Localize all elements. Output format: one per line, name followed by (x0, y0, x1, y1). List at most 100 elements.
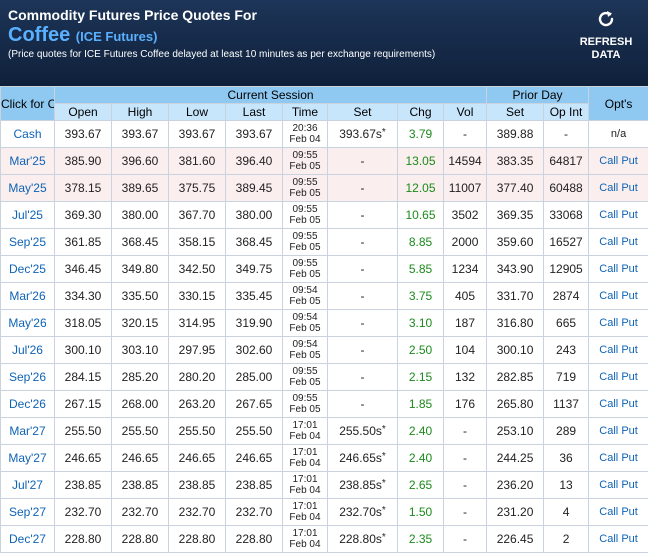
last-value: 255.50 (226, 418, 283, 445)
refresh-icon (595, 8, 617, 30)
call-link[interactable]: Call (599, 209, 618, 221)
contract-link[interactable]: May'27 (1, 445, 55, 472)
col-high: High (112, 104, 169, 121)
time-date: Feb 05 (283, 377, 327, 388)
time-date: Feb 04 (283, 485, 327, 496)
put-link[interactable]: Put (621, 317, 638, 329)
call-link[interactable]: Call (599, 452, 618, 464)
call-link[interactable]: Call (599, 398, 618, 410)
call-link[interactable]: Call (599, 182, 618, 194)
open-value: 284.15 (55, 364, 112, 391)
time-clock: 17:01 (283, 501, 327, 512)
open-interest-value: 2 (544, 526, 589, 553)
put-link[interactable]: Put (621, 452, 638, 464)
refresh-label-1: REFRESH (574, 36, 638, 49)
call-link[interactable]: Call (599, 371, 618, 383)
settle-value: 246.65s* (328, 445, 398, 472)
contract-link[interactable]: Cash (1, 121, 55, 148)
call-link[interactable]: Call (599, 263, 618, 275)
put-link[interactable]: Put (621, 155, 638, 167)
call-link[interactable]: Call (599, 290, 618, 302)
contract-link[interactable]: Dec'25 (1, 256, 55, 283)
prior-settle-value: 383.35 (487, 148, 544, 175)
contract-link[interactable]: Mar'27 (1, 418, 55, 445)
contract-link[interactable]: Dec'27 (1, 526, 55, 553)
settle-text: - (361, 397, 365, 411)
put-link[interactable]: Put (621, 236, 638, 248)
low-value: 232.70 (169, 499, 226, 526)
time-date: Feb 05 (283, 404, 327, 415)
call-link[interactable]: Call (599, 425, 618, 437)
last-value: 319.90 (226, 310, 283, 337)
prior-settle-value: 253.10 (487, 418, 544, 445)
change-value: 2.15 (398, 364, 444, 391)
put-link[interactable]: Put (621, 371, 638, 383)
change-value: 1.85 (398, 391, 444, 418)
change-value: 3.75 (398, 283, 444, 310)
change-value: 12.05 (398, 175, 444, 202)
open-interest-value: 2874 (544, 283, 589, 310)
put-link[interactable]: Put (621, 425, 638, 437)
settle-text: - (361, 343, 365, 357)
call-link[interactable]: Call (599, 479, 618, 491)
put-link[interactable]: Put (621, 479, 638, 491)
last-value: 238.85 (226, 472, 283, 499)
open-interest-value: 60488 (544, 175, 589, 202)
time-clock: 17:01 (283, 474, 327, 485)
open-value: 369.30 (55, 202, 112, 229)
call-link[interactable]: Call (599, 317, 618, 329)
put-link[interactable]: Put (621, 290, 638, 302)
low-value: 255.50 (169, 418, 226, 445)
open-value: 346.45 (55, 256, 112, 283)
high-value: 246.65 (112, 445, 169, 472)
call-link[interactable]: Call (599, 506, 618, 518)
contract-link[interactable]: Jul'26 (1, 337, 55, 364)
contract-link[interactable]: Sep'25 (1, 229, 55, 256)
time-date: Feb 05 (283, 296, 327, 307)
put-link[interactable]: Put (621, 344, 638, 356)
prior-settle-value: 389.88 (487, 121, 544, 148)
prior-settle-value: 343.90 (487, 256, 544, 283)
call-link[interactable]: Call (599, 155, 618, 167)
high-value: 389.65 (112, 175, 169, 202)
contract-link[interactable]: Dec'26 (1, 391, 55, 418)
contract-link[interactable]: Jul'27 (1, 472, 55, 499)
contract-link[interactable]: Jul'25 (1, 202, 55, 229)
call-link[interactable]: Call (599, 533, 618, 545)
time-date: Feb 05 (283, 269, 327, 280)
open-value: 267.15 (55, 391, 112, 418)
call-link[interactable]: Call (599, 344, 618, 356)
change-value: 1.50 (398, 499, 444, 526)
open-interest-value: 4 (544, 499, 589, 526)
call-link[interactable]: Call (599, 236, 618, 248)
put-link[interactable]: Put (621, 209, 638, 221)
contract-link[interactable]: May'26 (1, 310, 55, 337)
contract-link[interactable]: May'25 (1, 175, 55, 202)
high-value: 393.67 (112, 121, 169, 148)
open-interest-value: 13 (544, 472, 589, 499)
contract-link[interactable]: Sep'27 (1, 499, 55, 526)
put-link[interactable]: Put (621, 182, 638, 194)
refresh-data-button[interactable]: REFRESH DATA (574, 8, 638, 62)
volume-value: 2000 (444, 229, 487, 256)
contract-link[interactable]: Sep'26 (1, 364, 55, 391)
put-link[interactable]: Put (621, 398, 638, 410)
put-link[interactable]: Put (621, 533, 638, 545)
time-value: 09:54Feb 05 (283, 283, 328, 310)
settle-star: * (382, 451, 386, 462)
put-link[interactable]: Put (621, 263, 638, 275)
high-value: 349.80 (112, 256, 169, 283)
last-value: 349.75 (226, 256, 283, 283)
put-link[interactable]: Put (621, 506, 638, 518)
options-cell: Call Put (589, 148, 648, 175)
time-clock: 09:55 (283, 231, 327, 242)
settle-value: - (328, 148, 398, 175)
settle-text: - (361, 289, 365, 303)
col-time: Time (283, 104, 328, 121)
low-value: 314.95 (169, 310, 226, 337)
time-value: 09:55Feb 05 (283, 175, 328, 202)
contract-link[interactable]: Mar'25 (1, 148, 55, 175)
contract-link[interactable]: Mar'26 (1, 283, 55, 310)
prior-settle-value: 359.60 (487, 229, 544, 256)
time-clock: 17:01 (283, 447, 327, 458)
